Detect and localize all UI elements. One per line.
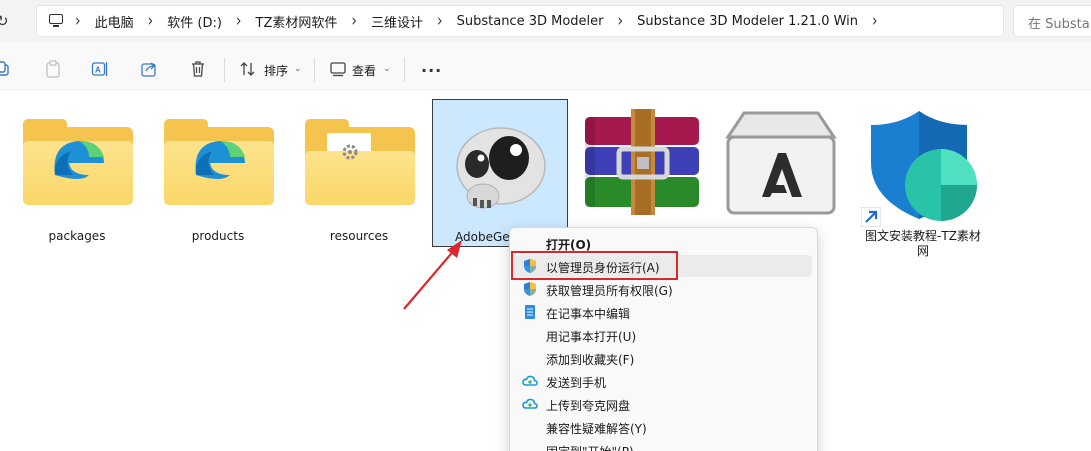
folder-packages[interactable]: packages: [9, 99, 145, 247]
more-options-button[interactable]: ···: [421, 61, 442, 80]
this-pc-icon[interactable]: [47, 13, 65, 29]
svg-text:A: A: [95, 66, 101, 75]
chevron-right-icon[interactable]: ›: [618, 11, 624, 30]
rename-icon[interactable]: A: [91, 60, 109, 78]
defender-shield-icon: [871, 111, 977, 221]
chevron-down-icon[interactable]: ⌄: [383, 64, 391, 74]
file-adobe-package[interactable]: [714, 99, 850, 247]
crumb-this-pc[interactable]: 此电脑: [95, 12, 134, 31]
share-icon[interactable]: [140, 60, 158, 78]
separator: [314, 58, 315, 82]
file-tutorial-shortcut[interactable]: 图文安装教程-TZ素材网: [855, 99, 991, 258]
file-archive[interactable]: [573, 99, 709, 247]
chevron-right-icon[interactable]: ›: [236, 11, 242, 30]
crumb-3d-design[interactable]: 三维设计: [371, 12, 423, 31]
winrar-archive-icon: [585, 109, 699, 215]
chevron-right-icon[interactable]: ›: [75, 11, 81, 30]
annotation-arrow-icon: [403, 240, 462, 310]
address-bar[interactable]: › 此电脑 › 软件 (D:) › TZ素材网软件 › 三维设计 › Subst…: [36, 5, 1004, 37]
breadcrumb: › 此电脑 › 软件 (D:) › TZ素材网软件 › 三维设计 › Subst…: [47, 6, 892, 36]
shortcut-arrow-icon: [861, 207, 881, 227]
chevron-right-icon[interactable]: ›: [351, 11, 357, 30]
crumb-tz-software[interactable]: TZ素材网软件: [256, 12, 338, 31]
refresh-icon[interactable]: ↻: [0, 12, 14, 30]
file-adobege-exe[interactable]: AdobeGe: [432, 99, 568, 247]
file-name: products: [191, 229, 245, 243]
menu-item-compat-troubleshoot[interactable]: 兼容性疑难解答(Y): [514, 416, 812, 438]
separator: [224, 58, 225, 82]
menu-item-pin-to-start[interactable]: 固定到"开始"(P): [514, 439, 812, 451]
sort-button[interactable]: 排序: [264, 62, 288, 79]
address-row: ↻ › 此电脑 › 软件 (D:) › TZ素材网软件 › 三维设计 › Sub…: [0, 0, 1091, 42]
file-name: packages: [48, 229, 106, 243]
cloud-icon: [522, 375, 538, 386]
annotation-highlight-box: [511, 251, 678, 280]
crumb-drive-d[interactable]: 软件 (D:): [167, 12, 222, 31]
chevron-down-icon[interactable]: ⌄: [294, 64, 302, 74]
cloud-icon: [522, 398, 538, 409]
paste-icon[interactable]: [44, 60, 62, 78]
command-bar: A 排序 ⌄ 查看 ⌄ ···: [0, 42, 1091, 90]
uac-shield-icon: [524, 282, 536, 296]
view-button[interactable]: 查看: [352, 62, 376, 79]
menu-item-add-favorites[interactable]: 添加到收藏夹(F): [514, 347, 812, 369]
copy-icon[interactable]: [0, 60, 12, 78]
notepad-icon: [525, 305, 535, 319]
folder-products[interactable]: products: [150, 99, 286, 247]
sort-icon[interactable]: [239, 60, 257, 78]
separator: [404, 58, 405, 82]
menu-item-take-ownership[interactable]: 获取管理员所有权限(G): [514, 278, 812, 300]
menu-item-open-with-notepad[interactable]: 用记事本打开(U): [514, 324, 812, 346]
skull-icon: [456, 127, 546, 209]
menu-item-upload-quark[interactable]: 上传到夸克网盘: [514, 393, 812, 415]
delete-icon[interactable]: [189, 60, 207, 78]
view-icon[interactable]: [329, 60, 347, 78]
search-input[interactable]: 在 Substance: [1013, 5, 1091, 37]
chevron-right-icon[interactable]: ›: [872, 11, 878, 30]
menu-item-send-to-phone[interactable]: 发送到手机: [514, 370, 812, 392]
file-name: 图文安装教程-TZ素材网: [865, 229, 981, 258]
chevron-right-icon[interactable]: ›: [437, 11, 443, 30]
folder-resources[interactable]: resources: [291, 99, 427, 247]
crumb-substance-modeler[interactable]: Substance 3D Modeler: [457, 14, 604, 29]
adobe-box-icon: [725, 111, 837, 215]
chevron-right-icon[interactable]: ›: [148, 11, 154, 30]
menu-item-edit-notepad[interactable]: 在记事本中编辑: [514, 301, 812, 323]
crumb-modeler-version[interactable]: Substance 3D Modeler 1.21.0 Win: [637, 14, 858, 29]
search-placeholder: 在 Substance: [1028, 17, 1091, 32]
